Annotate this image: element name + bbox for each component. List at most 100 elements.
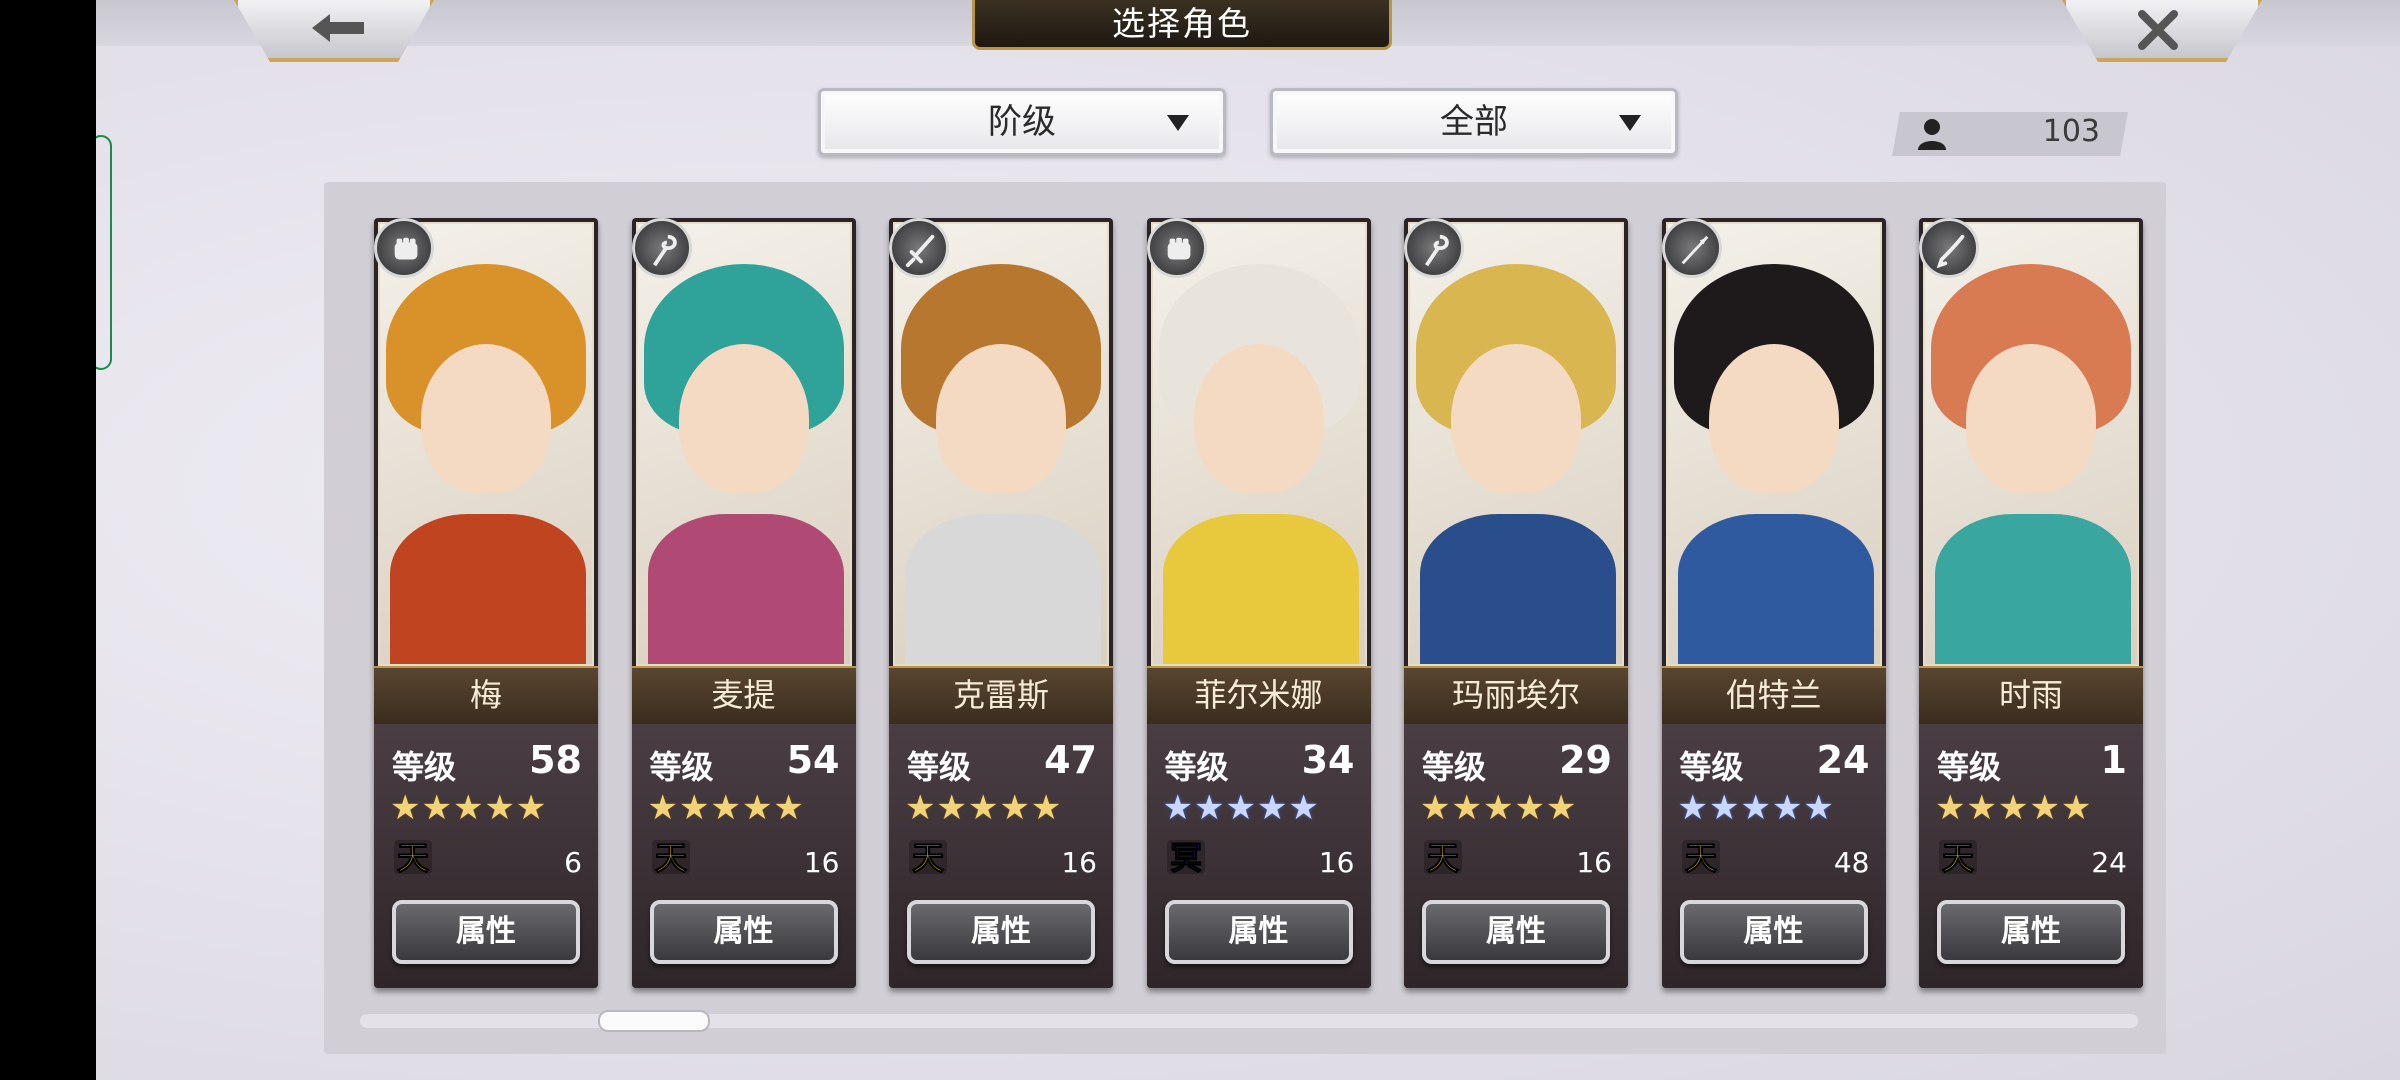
sword-icon xyxy=(889,218,949,278)
element-icon: 天 xyxy=(1681,839,1720,878)
star-rating: ★★★★★ xyxy=(1420,788,1578,828)
attributes-button[interactable]: 属性 xyxy=(1679,900,1868,964)
element-label: 天 xyxy=(912,839,944,877)
portrait-face xyxy=(421,344,551,494)
attributes-button[interactable]: 属性 xyxy=(1164,900,1353,964)
element-label: 天 xyxy=(1684,839,1716,877)
attributes-button[interactable]: 属性 xyxy=(1422,900,1610,964)
character-name: 麦提 xyxy=(631,666,856,726)
portrait-face xyxy=(1708,344,1839,494)
level-label: 等级 xyxy=(1937,748,2002,786)
roster-panel: 梅 等级 58 ★★★★★ 天 6 属性 麦提 等级 54 ★★★★★ 天 16… xyxy=(324,182,2166,1054)
roster-count-value: 103 xyxy=(2042,114,2100,149)
portrait-face xyxy=(678,344,809,494)
character-portrait xyxy=(635,222,852,666)
character-name: 克雷斯 xyxy=(889,666,1113,726)
attributes-button[interactable]: 属性 xyxy=(649,900,838,964)
unit-count: 16 xyxy=(1318,846,1355,879)
group-filter-label: 全部 xyxy=(1440,102,1508,142)
chevron-down-icon xyxy=(1619,115,1641,131)
character-portrait xyxy=(1408,222,1624,666)
group-filter-dropdown[interactable]: 全部 xyxy=(1270,88,1678,156)
element-icon: 天 xyxy=(394,839,432,878)
portrait-outfit xyxy=(390,514,586,664)
element-icon: 天 xyxy=(909,839,947,878)
unit-count: 16 xyxy=(1061,846,1097,879)
back-arrow-icon xyxy=(312,14,364,42)
character-card[interactable]: 伯特兰 等级 24 ★★★★★ 天 48 属性 xyxy=(1661,218,1886,988)
character-name: 时雨 xyxy=(1919,666,2143,726)
element-icon: 天 xyxy=(1424,839,1462,878)
portrait-outfit xyxy=(1162,514,1359,664)
rank-filter-dropdown[interactable]: 阶级 xyxy=(818,88,1226,156)
close-icon xyxy=(2138,10,2178,50)
unit-count: 24 xyxy=(2091,846,2127,879)
side-indicator xyxy=(96,135,112,370)
character-portrait xyxy=(378,222,594,666)
level-value: 54 xyxy=(786,738,840,782)
star-rating: ★★★★★ xyxy=(1935,788,2093,828)
portrait-face xyxy=(1193,344,1324,494)
character-card[interactable]: 玛丽埃尔 等级 29 ★★★★★ 天 16 属性 xyxy=(1404,218,1628,988)
character-name: 玛丽埃尔 xyxy=(1404,666,1628,726)
attributes-button[interactable]: 属性 xyxy=(907,900,1095,964)
element-icon: 天 xyxy=(1939,839,1977,878)
scrollbar-thumb[interactable] xyxy=(598,1010,710,1032)
rank-filter-label: 阶级 xyxy=(988,102,1056,142)
star-rating: ★★★★★ xyxy=(1677,788,1835,828)
star-rating: ★★★★★ xyxy=(390,788,548,828)
character-portrait xyxy=(893,222,1109,666)
chevron-down-icon xyxy=(1167,115,1189,131)
game-screen: 选择角色 阶级 全部 103 梅 等级 58 ★★★★★ 天 6 属性 麦提 等… xyxy=(96,0,2400,1080)
attributes-button[interactable]: 属性 xyxy=(1937,900,2125,964)
user-icon xyxy=(1918,119,1946,150)
character-stats: 等级 47 ★★★★★ 天 16 属性 xyxy=(889,724,1113,988)
character-card[interactable]: 麦提 等级 54 ★★★★★ 天 16 属性 xyxy=(631,218,856,988)
portrait-outfit xyxy=(647,514,844,664)
fist-icon xyxy=(1146,218,1207,278)
level-label: 等级 xyxy=(1422,748,1487,786)
character-name: 伯特兰 xyxy=(1661,666,1886,726)
level-value: 58 xyxy=(529,738,582,782)
level-label: 等级 xyxy=(1679,748,1744,786)
element-icon: 冥 xyxy=(1166,839,1205,878)
staff-icon xyxy=(1404,218,1464,278)
unit-count: 48 xyxy=(1833,846,1870,879)
close-button[interactable] xyxy=(2062,0,2262,62)
character-portrait xyxy=(1150,222,1367,666)
spear-icon xyxy=(1661,218,1722,278)
character-name: 梅 xyxy=(374,666,598,726)
character-card[interactable]: 时雨 等级 1 ★★★★★ 天 24 属性 xyxy=(1919,218,2143,988)
character-stats: 等级 54 ★★★★★ 天 16 属性 xyxy=(631,724,856,988)
blade-icon xyxy=(1919,218,1979,278)
horizontal-scrollbar[interactable] xyxy=(360,1010,2138,1032)
portrait-outfit xyxy=(1677,514,1874,664)
back-button[interactable] xyxy=(234,0,434,62)
element-label: 天 xyxy=(397,839,429,877)
page-title: 选择角色 xyxy=(972,0,1392,50)
unit-count: 16 xyxy=(803,846,840,879)
level-value: 1 xyxy=(2100,738,2127,782)
level-label: 等级 xyxy=(1164,748,1229,786)
character-stats: 等级 29 ★★★★★ 天 16 属性 xyxy=(1404,724,1628,988)
level-value: 29 xyxy=(1559,738,1612,782)
character-name: 菲尔米娜 xyxy=(1146,666,1371,726)
character-card[interactable]: 克雷斯 等级 47 ★★★★★ 天 16 属性 xyxy=(889,218,1113,988)
character-portrait xyxy=(1665,222,1882,666)
element-icon: 天 xyxy=(651,839,690,878)
character-stats: 等级 58 ★★★★★ 天 6 属性 xyxy=(374,724,598,988)
level-value: 34 xyxy=(1301,738,1355,782)
roster-count: 103 xyxy=(1892,112,2128,156)
level-value: 47 xyxy=(1044,738,1097,782)
character-card[interactable]: 梅 等级 58 ★★★★★ 天 6 属性 xyxy=(374,218,598,988)
element-label: 天 xyxy=(1942,839,1974,877)
unit-count: 6 xyxy=(564,846,582,879)
star-rating: ★★★★★ xyxy=(647,788,805,828)
portrait-face xyxy=(1966,344,2096,494)
star-rating: ★★★★★ xyxy=(905,788,1063,828)
staff-icon xyxy=(631,218,692,278)
attributes-button[interactable]: 属性 xyxy=(392,900,580,964)
element-label: 天 xyxy=(1427,839,1459,877)
character-card[interactable]: 菲尔米娜 等级 34 ★★★★★ 冥 16 属性 xyxy=(1146,218,1371,988)
character-stats: 等级 1 ★★★★★ 天 24 属性 xyxy=(1919,724,2143,988)
